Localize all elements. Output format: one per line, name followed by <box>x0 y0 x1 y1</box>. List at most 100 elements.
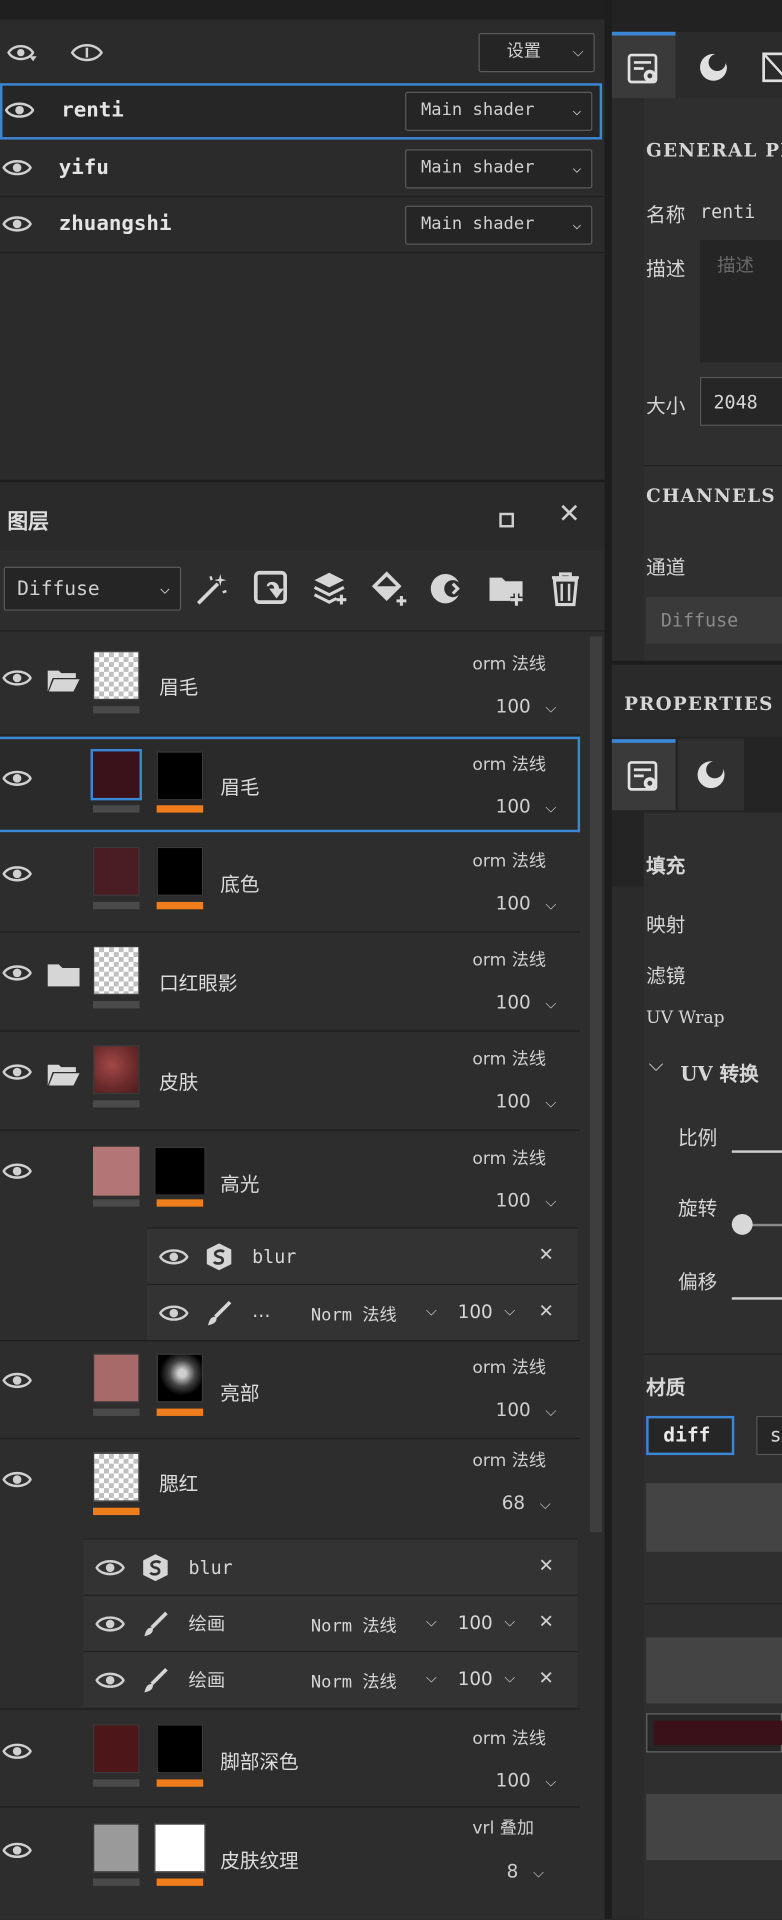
rotate-slider-handle[interactable] <box>731 1214 753 1235</box>
desc-field[interactable]: 描述 <box>700 239 782 363</box>
name-value[interactable]: renti <box>700 201 755 223</box>
tab-material[interactable] <box>677 739 745 811</box>
layer-blend-mode[interactable]: orm 法线 <box>472 651 546 675</box>
channel-field[interactable]: Diffuse <box>646 597 782 644</box>
add-fill-layer-icon[interactable] <box>252 569 291 608</box>
paint-bucket-icon[interactable] <box>370 569 409 608</box>
effect-row[interactable]: … Norm 法线 ⌵ 100 ⌵ ✕ <box>146 1283 578 1341</box>
info-icon[interactable] <box>69 39 106 66</box>
layer-blend-mode[interactable]: orm 法线 <box>472 947 546 971</box>
shader-row[interactable]: yifu Main shader ⌵ <box>0 141 605 198</box>
layer-opacity[interactable]: 100 ⌵ <box>496 1770 557 1792</box>
eye-icon[interactable] <box>2 1841 32 1861</box>
layer-row[interactable]: 亮部 orm 法线 100 ⌵ <box>0 1341 581 1440</box>
eye-icon[interactable] <box>2 668 32 688</box>
effect-opacity[interactable]: 100 <box>458 1301 493 1323</box>
layer-blend-mode[interactable]: orm 法线 <box>472 848 546 872</box>
layer-opacity[interactable]: 68 ⌵ <box>502 1492 551 1514</box>
eye-icon[interactable] <box>95 1558 125 1578</box>
layer-blend-mode[interactable]: orm 法线 <box>472 1145 546 1169</box>
layer-row[interactable]: 腮红 orm 法线 68 ⌵ <box>0 1440 580 1538</box>
layer-blend-mode[interactable]: orm 法线 <box>472 1448 546 1472</box>
eye-icon[interactable] <box>2 158 32 178</box>
layer-opacity[interactable]: 100 ⌵ <box>496 1399 557 1421</box>
trash-icon[interactable] <box>546 569 585 608</box>
add-mask-icon[interactable] <box>428 569 467 608</box>
eye-icon[interactable] <box>2 1062 32 1082</box>
effect-blend-mode[interactable]: Norm 法线 <box>311 1669 397 1693</box>
effect-blend-mode[interactable]: Norm 法线 <box>311 1613 397 1637</box>
shader-dropdown[interactable]: Main shader ⌵ <box>405 149 593 189</box>
eye-icon[interactable] <box>2 864 32 884</box>
layer-row[interactable]: 皮肤纹理 vrl 叠加 8 ⌵ <box>0 1809 580 1907</box>
add-folder-icon[interactable] <box>487 569 526 608</box>
layer-row[interactable]: 高光 orm 法线 100 ⌵ <box>0 1132 580 1230</box>
color-swatch[interactable] <box>646 1713 782 1753</box>
add-layer-icon[interactable] <box>311 569 350 608</box>
float-window-icon[interactable] <box>499 512 514 528</box>
remove-effect-icon[interactable]: ✕ <box>538 1300 553 1322</box>
eye-icon[interactable] <box>95 1614 125 1634</box>
layer-row[interactable]: 口红眼影 orm 法线 100 ⌵ <box>0 934 581 1032</box>
effect-opacity[interactable]: 100 <box>458 1668 493 1690</box>
layer-row[interactable]: 底色 orm 法线 100 ⌵ <box>0 835 581 933</box>
effect-blend-mode[interactable]: Norm 法线 <box>311 1302 397 1326</box>
eye-icon[interactable] <box>2 769 32 789</box>
tab-settings[interactable] <box>611 31 676 98</box>
tab-uv[interactable] <box>749 32 782 98</box>
eye-icon[interactable] <box>2 214 32 234</box>
layer-opacity[interactable]: 100 ⌵ <box>496 1190 557 1212</box>
eye-icon[interactable] <box>2 1161 32 1181</box>
shader-row[interactable]: zhuangshi Main shader ⌵ <box>0 197 605 254</box>
effect-opacity[interactable]: 100 <box>458 1612 493 1634</box>
tab-settings[interactable] <box>611 739 676 811</box>
eye-icon[interactable] <box>2 1741 32 1761</box>
remove-effect-icon[interactable]: ✕ <box>538 1554 553 1576</box>
layer-opacity[interactable]: 100 ⌵ <box>496 795 557 817</box>
effect-row[interactable]: blur ✕ <box>83 1538 578 1595</box>
effect-row[interactable]: 绘画 Norm 法线 ⌵ 100 ⌵ ✕ <box>83 1594 578 1651</box>
layer-blend-mode[interactable]: orm 法线 <box>472 1046 546 1070</box>
close-icon[interactable]: ✕ <box>558 499 581 530</box>
layer-blend-mode[interactable]: vrl 叠加 <box>472 1815 534 1839</box>
tab-material[interactable] <box>680 32 744 98</box>
effect-row[interactable]: blur ✕ <box>146 1227 578 1284</box>
layer-row[interactable]: 皮肤 orm 法线 100 ⌵ <box>0 1033 581 1131</box>
settings-dropdown[interactable]: 设置 ⌵ <box>478 33 595 73</box>
effect-row[interactable]: 绘画 Norm 法线 ⌵ 100 ⌵ ✕ <box>83 1650 578 1708</box>
folder-icon[interactable] <box>47 963 81 987</box>
folder-open-icon[interactable] <box>47 668 81 692</box>
eye-icon[interactable] <box>159 1247 189 1267</box>
layer-blend-mode[interactable]: orm 法线 <box>472 1355 546 1379</box>
layers-scrollbar[interactable] <box>589 636 603 1533</box>
shader-dropdown[interactable]: Main shader ⌵ <box>405 205 593 245</box>
eye-icon[interactable] <box>4 100 35 120</box>
eye-icon[interactable] <box>159 1303 189 1323</box>
layer-opacity[interactable]: 100 ⌵ <box>496 991 557 1013</box>
layer-opacity[interactable]: 8 ⌵ <box>507 1860 545 1882</box>
remove-effect-icon[interactable]: ✕ <box>538 1667 553 1689</box>
eye-icon[interactable] <box>2 1371 32 1391</box>
layer-blend-mode[interactable]: orm 法线 <box>472 1726 546 1750</box>
scale-slider[interactable] <box>731 1150 782 1153</box>
layer-row-selected[interactable]: 眉毛 orm 法线 100 ⌵ <box>0 736 581 833</box>
layer-row[interactable]: 眉毛 orm 法线 100 ⌵ <box>0 636 581 736</box>
layer-row[interactable]: 脚部深色 orm 法线 100 ⌵ <box>0 1710 581 1808</box>
magic-wand-icon[interactable] <box>193 569 232 608</box>
size-field[interactable]: 2048 <box>700 376 782 426</box>
channel-dropdown[interactable]: Diffuse ⌵ <box>3 566 182 611</box>
shader-dropdown[interactable]: Main shader ⌵ <box>405 91 593 131</box>
eye-icon[interactable] <box>2 1470 32 1490</box>
remove-effect-icon[interactable]: ✕ <box>538 1243 553 1265</box>
shader-row[interactable]: renti Main shader ⌵ <box>0 83 603 140</box>
layer-opacity[interactable]: 100 ⌵ <box>496 1090 557 1112</box>
uv-transform-label[interactable]: UV 转换 <box>680 1057 758 1086</box>
chevron-down-icon[interactable]: ⌵ <box>649 1052 664 1076</box>
material-tab-s[interactable]: s <box>756 1415 782 1456</box>
refresh-eye-icon[interactable] <box>5 39 39 66</box>
folder-open-icon[interactable] <box>47 1062 81 1086</box>
material-tab-diff[interactable]: diff <box>646 1415 735 1456</box>
eye-icon[interactable] <box>2 963 32 983</box>
remove-effect-icon[interactable]: ✕ <box>538 1611 553 1633</box>
layer-opacity[interactable]: 100 ⌵ <box>496 695 557 717</box>
